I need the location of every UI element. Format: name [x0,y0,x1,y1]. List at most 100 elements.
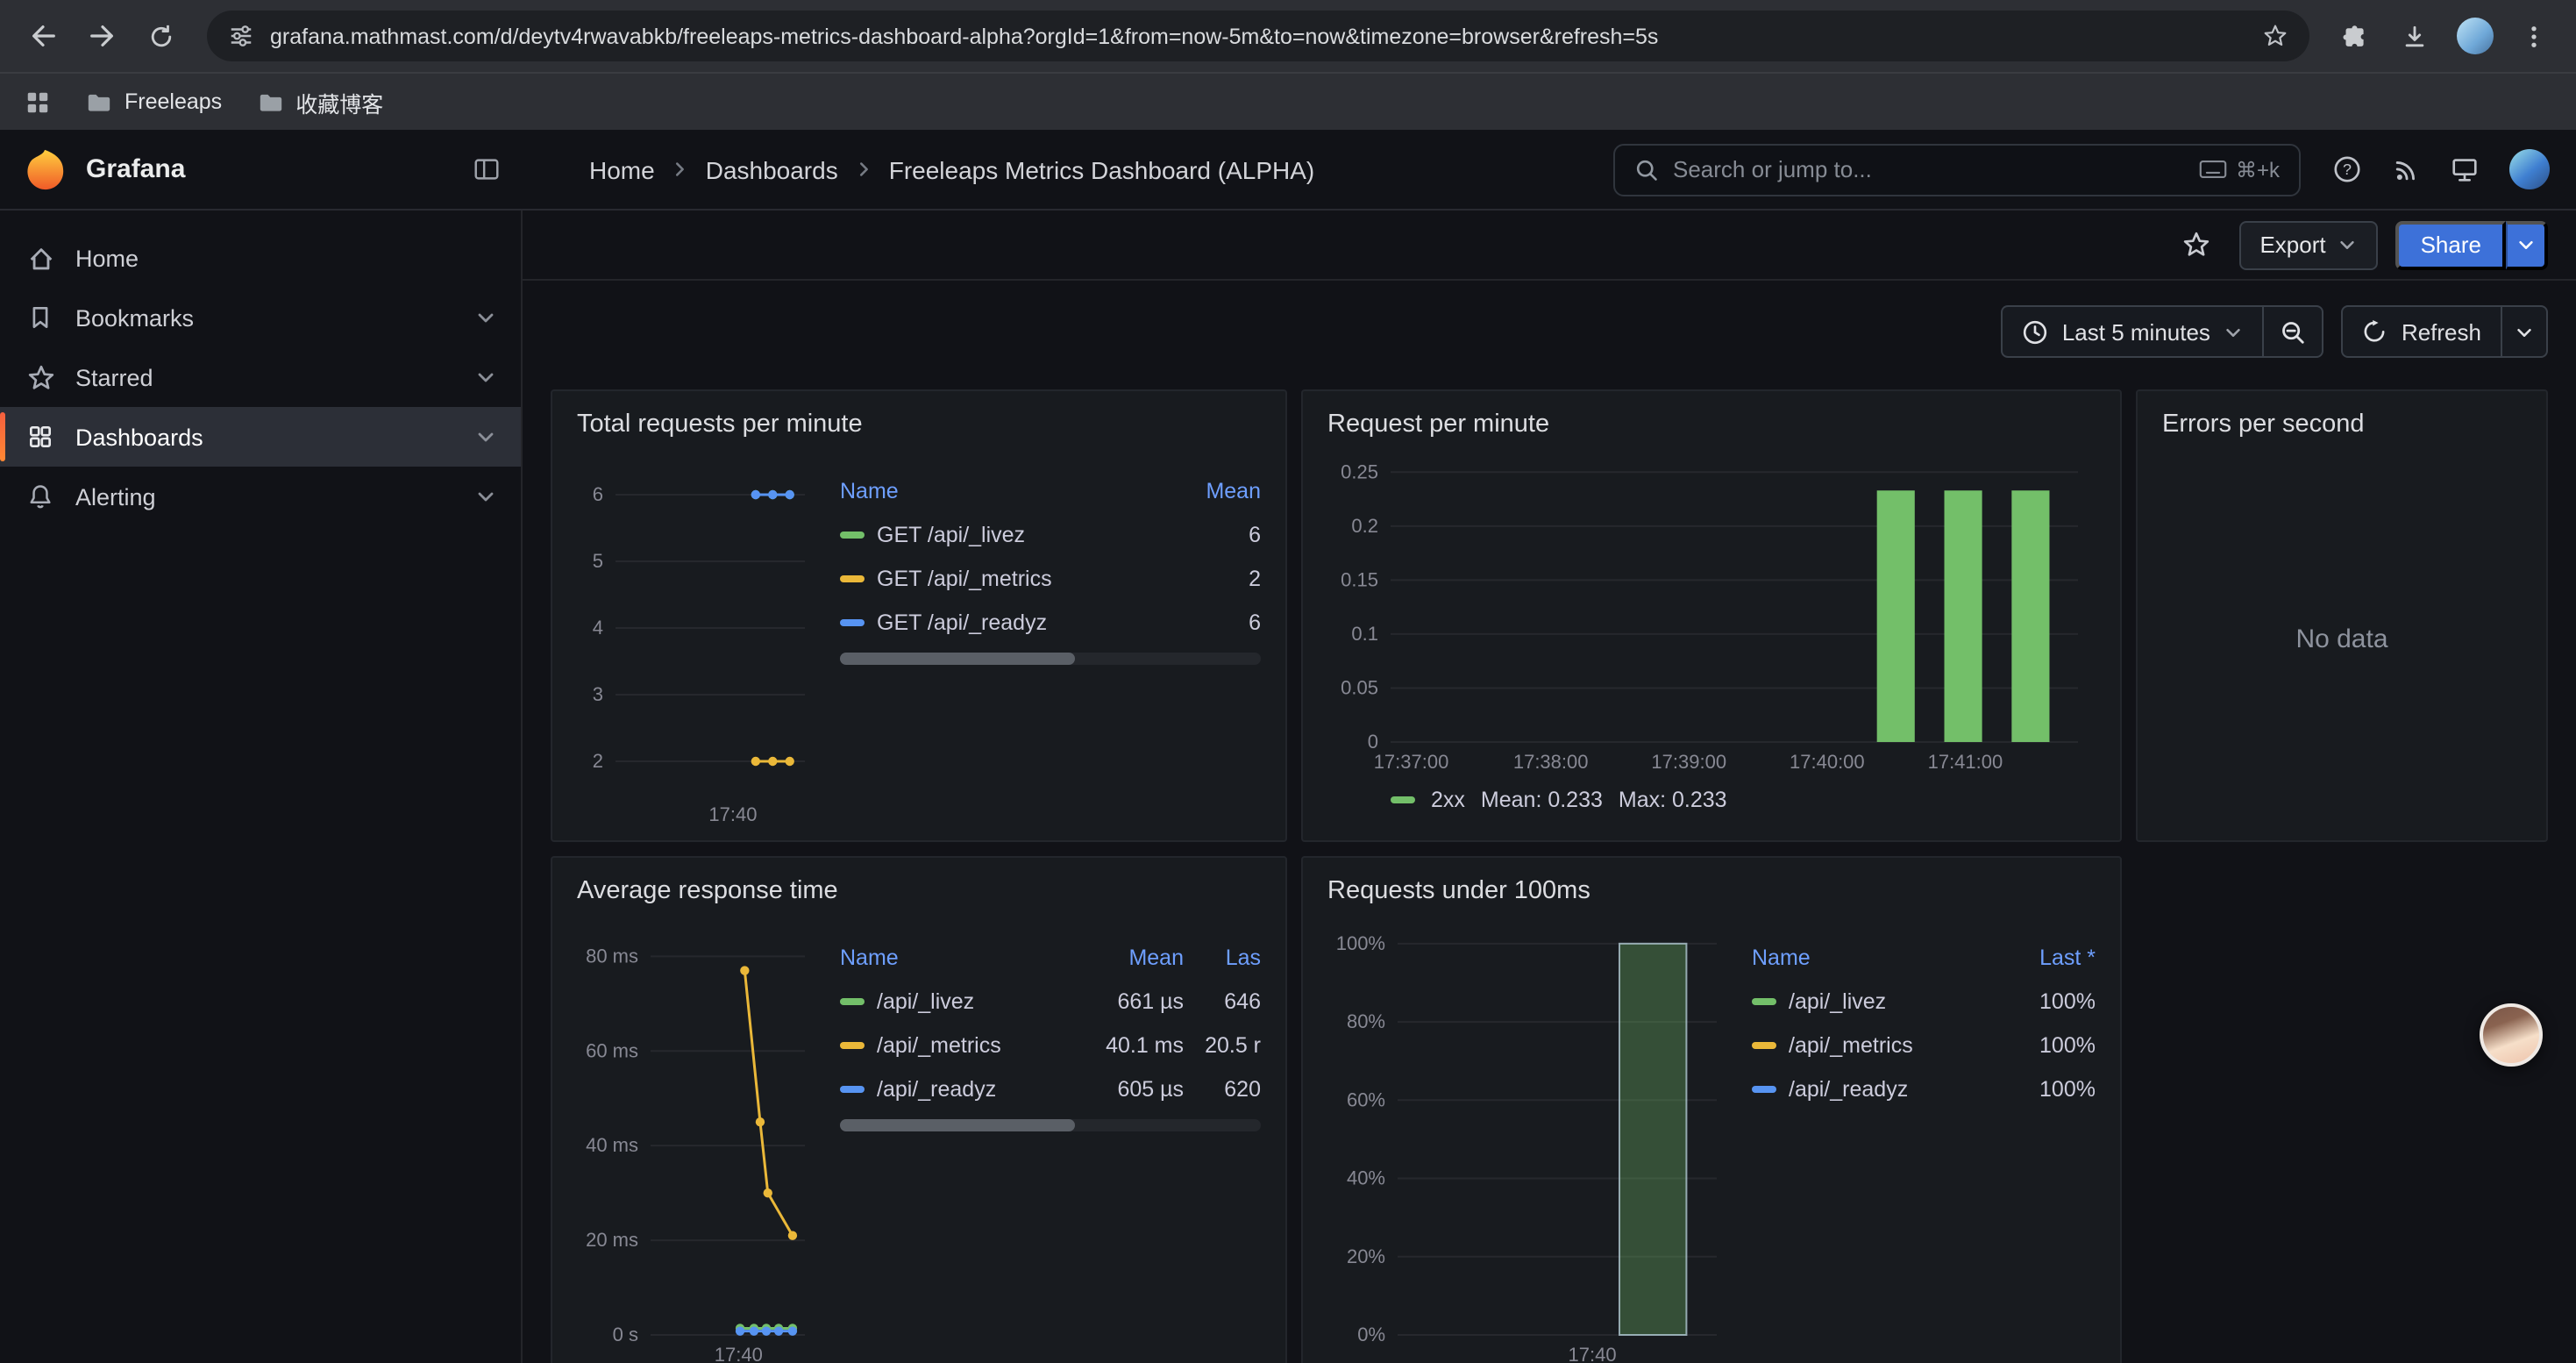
back-button[interactable] [14,8,70,64]
share-caret-button[interactable] [2506,220,2548,269]
series-color-line [840,618,865,625]
total-requests-chart[interactable]: 2345617:40 [577,447,822,830]
svg-text:20 ms: 20 ms [586,1229,638,1251]
legend-scrollbar[interactable] [840,1119,1261,1131]
series-toggle[interactable]: /api/_readyz [840,1076,1075,1101]
legend-value: 100% [2004,1076,2096,1101]
sidebar-item-starred[interactable]: Starred [0,347,521,407]
back-arrow-icon [33,27,53,46]
series-color-line [840,531,865,538]
grafana-logo[interactable] [23,147,67,191]
average-response-time-chart[interactable]: 0 s20 ms40 ms60 ms80 ms17:40 [577,914,822,1363]
legend-col-name[interactable]: Name [840,945,1075,969]
browser-menu-button[interactable] [2506,8,2562,64]
svg-text:0.05: 0.05 [1341,676,1378,698]
grafana-header-left: Grafana [0,147,523,191]
breadcrumb-dashboards[interactable]: Dashboards [706,155,838,183]
panel-average-response-time: Average response time 0 s20 ms40 ms60 ms… [551,856,1287,1363]
legend-scrollbar[interactable] [840,653,1261,665]
apps-grid-icon[interactable] [25,89,51,115]
zoom-out-time-button[interactable] [2265,305,2324,358]
legend-col-mean[interactable]: Mean [1075,945,1184,969]
sidebar-item-alerting[interactable]: Alerting [0,467,521,526]
sidebar-item-home[interactable]: Home [0,228,521,288]
legend-col-last[interactable]: Last * [2004,945,2096,969]
panel-title[interactable]: Requests under 100ms [1327,868,2096,914]
puzzle-icon [2343,25,2363,46]
no-data-message: No data [2162,447,2522,830]
panel-title[interactable]: Request per minute [1327,402,2096,447]
floating-avatar-button[interactable] [2480,1003,2543,1067]
star-icon [25,362,56,392]
export-button[interactable]: Export [2238,220,2378,269]
chevron-down-icon[interactable] [475,426,496,447]
series-toggle[interactable]: /api/_metrics [840,1032,1075,1057]
site-info-tune-icon[interactable] [228,23,254,49]
panel-title[interactable]: Total requests per minute [577,402,1261,447]
svg-text:17:40: 17:40 [1569,1344,1617,1363]
scrollbar-thumb[interactable] [840,653,1076,665]
scrollbar-thumb[interactable] [840,1119,1076,1131]
sidebar-item-bookmarks[interactable]: Bookmarks [0,288,521,347]
bookmark-icon [25,303,56,332]
favorite-star-button[interactable] [2172,220,2221,269]
series-color-line [840,997,865,1004]
series-toggle[interactable]: GET /api/_livez [840,522,1170,546]
legend-value: 6 [1170,522,1261,546]
news-rss-button[interactable] [2392,155,2420,183]
legend-col-mean[interactable]: Mean [1170,478,1261,503]
series-color-line [840,574,865,582]
legend-col-name[interactable]: Name [1752,945,2004,969]
share-button[interactable]: Share [2396,220,2506,269]
bookmark-star-icon[interactable] [2262,23,2288,49]
series-toggle[interactable]: /api/_livez [840,988,1075,1013]
legend-col-name[interactable]: Name [840,478,1170,503]
forward-button[interactable] [74,8,130,64]
refresh-interval-caret[interactable] [2502,305,2548,358]
sidebar-item-dashboards[interactable]: Dashboards [0,407,521,467]
reload-button[interactable] [133,8,189,64]
series-toggle[interactable]: GET /api/_readyz [840,610,1170,634]
refresh-group: Refresh [2342,305,2548,358]
download-button[interactable] [2387,8,2443,64]
bookmark-shoucang-boke[interactable]: 收藏博客 [257,85,383,118]
extensions-button[interactable] [2327,8,2383,64]
series-toggle[interactable]: /api/_metrics [1752,1032,2004,1057]
refresh-button[interactable]: Refresh [2342,305,2502,358]
help-button[interactable]: ? [2332,154,2362,184]
search-box[interactable]: ⌘+k [1613,143,2301,196]
display-monitor-button[interactable] [2450,154,2480,184]
series-toggle[interactable]: GET /api/_metrics [840,566,1170,590]
chevron-down-icon [2224,322,2244,341]
search-input[interactable] [1673,156,2185,182]
browser-profile-avatar[interactable] [2446,8,2502,64]
sidebar-item-label: Home [75,245,139,271]
collapse-sidebar-button[interactable] [472,154,502,184]
dashboard-actions-bar: Export Share [523,211,2576,281]
bookmark-freeleaps[interactable]: Freeleaps [86,89,222,115]
chevron-down-icon[interactable] [475,307,496,328]
request-per-minute-chart[interactable]: 00.050.10.150.20.2517:37:0017:38:0017:39… [1327,447,2096,777]
kebab-menu-icon [2520,22,2548,50]
panel-requests-under-100ms: Requests under 100ms 0%20%40%60%80%100%1… [1301,856,2122,1363]
svg-text:60%: 60% [1347,1088,1385,1110]
chevron-down-icon[interactable] [475,486,496,507]
panel-title[interactable]: Average response time [577,868,1261,914]
breadcrumb-home[interactable]: Home [589,155,655,183]
sidebar-nav: Home Bookmarks Starred Dashboards Alerti… [0,211,523,1363]
panel-title[interactable]: Errors per second [2162,402,2522,447]
chevron-down-icon[interactable] [475,367,496,388]
refresh-icon [2363,319,2387,344]
requests-under-100ms-chart[interactable]: 0%20%40%60%80%100%17:40 [1327,914,1734,1363]
legend-inline: 2xx Mean: 0.233 Max: 0.233 [1327,777,2096,823]
series-toggle[interactable]: /api/_readyz [1752,1076,2004,1101]
svg-text:2: 2 [593,750,603,772]
screen: grafana.mathmast.com/d/deytv4rwavabkb/fr… [0,0,2576,1363]
url-bar[interactable]: grafana.mathmast.com/d/deytv4rwavabkb/fr… [207,11,2309,61]
user-avatar[interactable] [2509,149,2550,189]
time-range-picker[interactable]: Last 5 minutes [2001,305,2265,358]
series-toggle[interactable]: 2xx [1431,788,1465,812]
legend-row: GET /api/_readyz 6 [840,600,1261,644]
series-toggle[interactable]: /api/_livez [1752,988,2004,1013]
legend-col-last[interactable]: Las [1184,945,1261,969]
